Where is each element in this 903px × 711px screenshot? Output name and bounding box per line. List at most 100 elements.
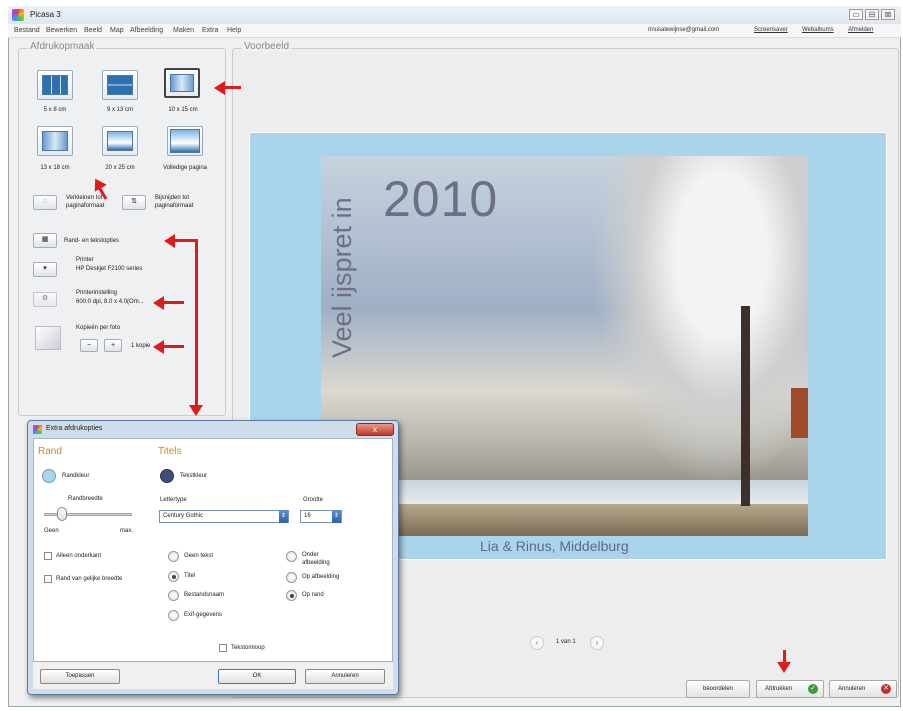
font-dropdown-icon: ⇕ bbox=[279, 510, 288, 523]
copies-icon bbox=[35, 326, 61, 350]
layout-5x8-button[interactable] bbox=[37, 70, 73, 100]
border-text-options-button[interactable]: ▦ bbox=[33, 233, 57, 248]
printer-name: HP Deskjet F2100 series bbox=[76, 266, 143, 272]
layout-10x15-button[interactable] bbox=[164, 68, 200, 98]
minimize-button[interactable]: ▭ bbox=[849, 9, 863, 20]
menu-help[interactable]: Help bbox=[227, 27, 241, 34]
radio-title-label: Titel bbox=[184, 573, 196, 579]
only-bottom-label: Alleen onderkant bbox=[56, 553, 102, 559]
layout-10x15-label: 10 x 15 cm bbox=[168, 107, 198, 113]
radio-title[interactable] bbox=[168, 571, 179, 582]
copies-label: Kopieën per foto bbox=[76, 325, 121, 331]
size-select[interactable]: 16 ⇕ bbox=[300, 510, 342, 523]
frosted-trees bbox=[591, 156, 808, 486]
dialog-close-button[interactable]: x bbox=[356, 423, 394, 436]
copies-minus-button[interactable]: − bbox=[80, 339, 98, 352]
text-wrap-checkbox[interactable] bbox=[219, 644, 227, 652]
photo-year-title: 2010 bbox=[383, 171, 499, 227]
menu-maken[interactable]: Maken bbox=[173, 27, 194, 34]
crop-to-page-label: Bijsnijden tot paginaformaat bbox=[155, 195, 194, 209]
crop-to-page-button[interactable]: ⇅ bbox=[122, 195, 146, 210]
printer-label: Printer bbox=[76, 257, 94, 263]
layout-13x18-button[interactable] bbox=[37, 126, 73, 156]
printer-select-button[interactable]: ▾ bbox=[33, 262, 57, 277]
menu-bar: Bestand Bewerken Beeld Map Afbeelding Ma… bbox=[8, 24, 901, 38]
print-settings-icon: ⚙ bbox=[41, 295, 49, 302]
layout-9x13-label: 9 x 13 cm bbox=[106, 107, 133, 113]
annotation-arrow-left-icon bbox=[153, 296, 164, 310]
radio-filename[interactable] bbox=[168, 590, 179, 601]
menu-map[interactable]: Map bbox=[110, 27, 124, 34]
account-email: rinusalewijnse@gmail.com bbox=[648, 27, 720, 33]
shrink-icon: ◌ bbox=[42, 198, 48, 205]
radio-on-image[interactable] bbox=[286, 572, 297, 583]
radio-no-text-label: Geen tekst bbox=[184, 553, 214, 559]
radio-no-text[interactable] bbox=[168, 551, 179, 562]
menu-beeld[interactable]: Beeld bbox=[84, 27, 102, 34]
building bbox=[791, 388, 808, 438]
border-options-icon: ▦ bbox=[41, 236, 49, 243]
radio-on-border[interactable] bbox=[286, 590, 297, 601]
apply-button[interactable]: Toepassen bbox=[40, 669, 120, 684]
crop-icon: ⇅ bbox=[131, 198, 137, 205]
equal-width-checkbox[interactable] bbox=[44, 575, 52, 583]
border-text-options-label[interactable]: Rand- en tekstopties bbox=[64, 237, 119, 245]
photo-vertical-title: Veel ijspret in bbox=[327, 197, 357, 358]
checkmark-icon: ✓ bbox=[808, 684, 818, 694]
close-button[interactable]: ⊠ bbox=[881, 9, 895, 20]
border-width-label: Randbreedte bbox=[68, 496, 103, 502]
maximize-button[interactable]: ⊟ bbox=[865, 9, 879, 20]
layout-9x13-button[interactable] bbox=[102, 70, 138, 100]
only-bottom-checkbox[interactable] bbox=[44, 552, 52, 560]
layout-20x25-button[interactable] bbox=[102, 126, 138, 156]
prev-page-button[interactable]: ‹ bbox=[530, 636, 544, 650]
print-button[interactable]: Afdrukken ✓ bbox=[756, 680, 824, 698]
border-width-slider[interactable] bbox=[57, 507, 67, 521]
menu-bestand[interactable]: Bestand bbox=[14, 27, 40, 34]
radio-exif[interactable] bbox=[168, 610, 179, 621]
font-label: Lettertype bbox=[160, 497, 187, 503]
border-color-label: Randkleur bbox=[62, 473, 90, 479]
font-select-value: Century Gothic bbox=[163, 513, 204, 519]
radio-filename-label: Bestandsnaam bbox=[184, 592, 225, 598]
menu-extra[interactable]: Extra bbox=[202, 27, 218, 34]
title-bar: Picasa 3 ▭ ⊟ ⊠ bbox=[8, 6, 901, 24]
cancel-x-icon: ✕ bbox=[881, 684, 891, 694]
link-screensaver[interactable]: Screensaver bbox=[754, 27, 788, 33]
next-page-button[interactable]: › bbox=[590, 636, 604, 650]
font-select[interactable]: Century Gothic ⇕ bbox=[159, 510, 289, 523]
preview-title: Voorbeeld bbox=[242, 41, 292, 52]
print-layout-title: Afdrukopmaak bbox=[28, 41, 97, 52]
photo-caption: Lia & Rinus, Middelburg bbox=[480, 538, 629, 554]
tree-trunk bbox=[741, 306, 750, 506]
link-afmelden[interactable]: Afmelden bbox=[848, 27, 873, 33]
ok-button[interactable]: OK bbox=[218, 669, 296, 684]
layout-full-page-button[interactable] bbox=[167, 126, 203, 156]
dialog-cancel-button[interactable]: Annuleren bbox=[305, 669, 385, 684]
copies-plus-button[interactable]: + bbox=[104, 339, 122, 352]
annotation-arrow-shaft bbox=[195, 239, 198, 407]
cancel-button[interactable]: Annuleren ✕ bbox=[829, 680, 897, 698]
print-settings-button[interactable]: ⚙ bbox=[33, 292, 57, 307]
shrink-to-page-label: Verkleinen tot paginaformaat bbox=[66, 195, 105, 209]
titles-section-heading: Titels bbox=[158, 446, 182, 457]
menu-bewerken[interactable]: Bewerken bbox=[46, 27, 77, 34]
annotation-arrow-down-icon bbox=[777, 662, 791, 673]
annotation-arrow-shaft bbox=[225, 86, 241, 89]
size-label: Grootte bbox=[303, 497, 324, 503]
menu-afbeelding[interactable]: Afbeelding bbox=[130, 27, 163, 34]
border-color-swatch[interactable] bbox=[42, 469, 56, 483]
link-webalbums[interactable]: Webalbums bbox=[802, 27, 834, 33]
dialog-logo-icon bbox=[33, 425, 42, 434]
picasa-logo-icon bbox=[12, 9, 24, 21]
radio-below-image[interactable] bbox=[286, 551, 297, 562]
layout-full-page-label: Volledige pagina bbox=[162, 165, 208, 171]
annotation-arrow-left-icon bbox=[214, 81, 225, 95]
dialog-title: Extra afdrukopties bbox=[46, 425, 103, 432]
window-title: Picasa 3 bbox=[30, 10, 61, 19]
text-color-swatch[interactable] bbox=[160, 469, 174, 483]
border-section-heading: Rand bbox=[38, 446, 62, 457]
review-button[interactable]: beoordelen bbox=[686, 680, 750, 698]
shrink-to-page-button[interactable]: ◌ bbox=[33, 195, 57, 210]
printer-icon: ▾ bbox=[43, 265, 47, 272]
